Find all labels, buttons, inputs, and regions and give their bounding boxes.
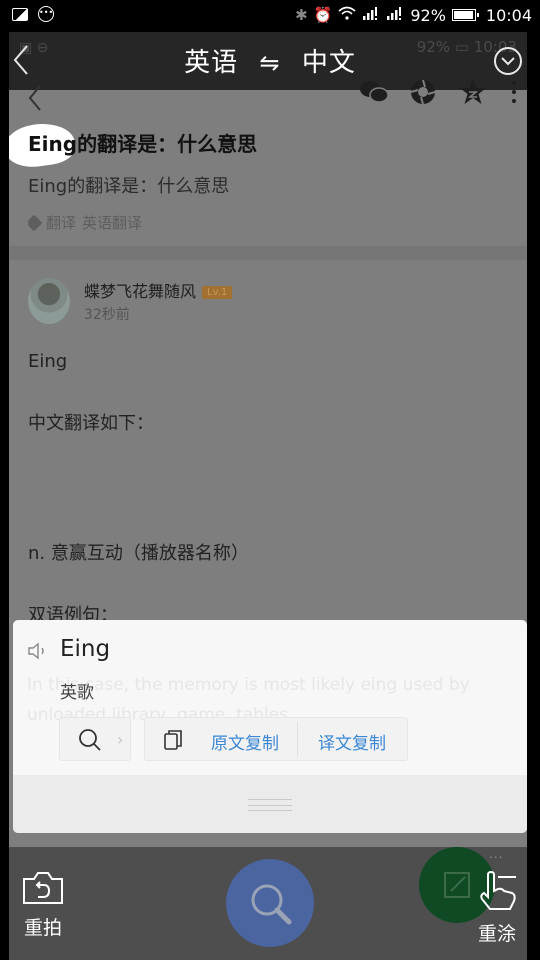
copy-source-button[interactable]: 原文复制 (211, 729, 279, 754)
section-divider (9, 246, 527, 260)
popup-drag-area[interactable] (13, 775, 527, 833)
status-bar: ••• ✱ ⏰ 92% 10:04 (0, 0, 540, 32)
tag-icon (25, 214, 43, 231)
edit-icon (444, 872, 470, 898)
camera-rotate-icon (23, 872, 63, 904)
button-divider (297, 722, 298, 756)
answer-line: 中文翻译如下： (28, 413, 154, 434)
more-dots: ... (489, 847, 504, 861)
tag: 英语翻译 (82, 214, 143, 232)
search-icon (251, 884, 292, 925)
retake-button[interactable]: 重拍 (21, 871, 65, 940)
translation-popup: In this case, the memory is most likely … (13, 620, 527, 833)
clock: 10:04 (485, 5, 532, 25)
language-switcher[interactable]: 英语 ⇋ 中文 (0, 42, 540, 79)
translator-topbar: 英语 ⇋ 中文 (0, 32, 540, 90)
drag-handle-icon[interactable] (248, 799, 292, 811)
wifi-icon (338, 5, 356, 25)
copy-actions: 原文复制 译文复制 (144, 717, 408, 761)
retake-label: 重拍 (23, 917, 62, 939)
avatar (28, 278, 70, 324)
copy-target-button[interactable]: 译文复制 (318, 729, 386, 754)
signal-icon (386, 5, 404, 25)
bluetooth-icon: ✱ (295, 6, 308, 24)
question-tags: 翻译 英语翻译 (25, 212, 143, 233)
image-icon (12, 7, 28, 21)
search-shutter-button[interactable] (226, 859, 314, 947)
more-dots-icon: ••• (38, 6, 54, 22)
expand-button[interactable] (494, 47, 522, 75)
hand-pointer-icon (480, 870, 516, 910)
page-nav (9, 79, 527, 130)
copy-icon (163, 729, 183, 755)
tag: 翻译 (46, 214, 77, 232)
source-language[interactable]: 英语 (184, 48, 238, 78)
chevron-right-icon: › (117, 730, 124, 749)
redo-button[interactable]: 重涂 (475, 870, 519, 946)
dictionary-search-button[interactable]: › (59, 717, 131, 761)
swap-icon[interactable]: ⇋ (259, 49, 280, 77)
source-word: Eing (60, 636, 111, 662)
signal-icon (362, 5, 380, 25)
redo-label: 重涂 (477, 923, 516, 945)
speaker-icon[interactable] (27, 642, 49, 664)
answer-line: Eing (28, 351, 68, 372)
question-subtitle: Eing的翻译是：什么意思 (28, 176, 230, 197)
target-language[interactable]: 中文 (302, 48, 356, 78)
chevron-down-icon (501, 57, 515, 66)
translated-word: 英歌 (60, 683, 94, 703)
author-name: 蝶梦飞花舞随风 (84, 282, 197, 301)
question-title: Eing的翻译是：什么意思 (28, 132, 258, 156)
battery-percent: 92% (410, 5, 446, 25)
answer-line: n. 意赢互动（播放器名称） (28, 543, 249, 564)
alarm-icon: ⏰ (313, 6, 333, 24)
answer-time: 32秒前 (84, 307, 130, 323)
level-badge: Lv.1 (202, 286, 233, 299)
search-icon (78, 728, 102, 756)
bottom-toolbar: 重拍 ... 重涂 (9, 847, 527, 960)
battery-icon (451, 9, 479, 21)
